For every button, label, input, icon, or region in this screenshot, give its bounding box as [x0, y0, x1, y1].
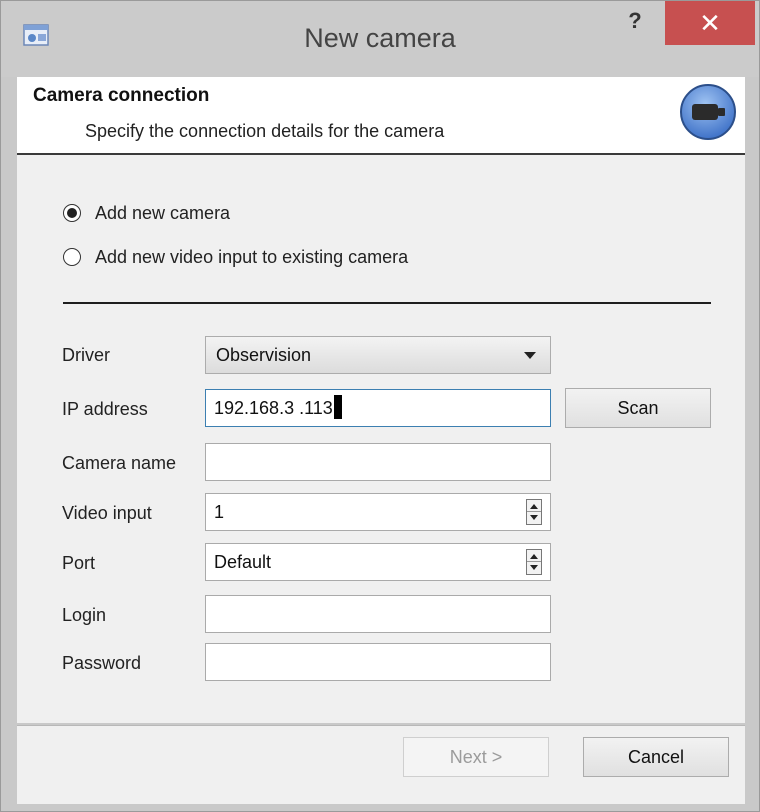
driver-value: Observision	[216, 345, 312, 365]
ip-address-input[interactable]: 192.168.3 .113	[205, 389, 551, 427]
new-camera-dialog: New camera ? ✕ Camera connection Specify…	[0, 0, 760, 812]
help-button[interactable]: ?	[613, 1, 657, 45]
add-video-input-radio[interactable]: Add new video input to existing camera	[63, 243, 408, 271]
page-header: Camera connection Specify the connection…	[17, 77, 745, 155]
content-panel: Add new camera Add new video input to ex…	[17, 155, 745, 723]
text-cursor	[333, 395, 342, 420]
spin-arrows-icon[interactable]	[526, 499, 542, 525]
camera-name-input[interactable]	[205, 443, 551, 481]
radio-label: Add new camera	[95, 202, 231, 223]
cancel-button[interactable]: Cancel	[583, 737, 729, 777]
spin-arrows-icon[interactable]	[526, 549, 542, 575]
radio-button-unchecked[interactable]	[63, 248, 81, 266]
separator	[63, 302, 711, 304]
page-title: Camera connection	[33, 85, 210, 106]
radio-button-checked[interactable]	[63, 204, 81, 222]
camera-name-label: Camera name	[62, 453, 177, 473]
driver-label: Driver	[62, 345, 110, 365]
add-new-camera-radio[interactable]: Add new camera	[63, 199, 230, 227]
login-label: Login	[62, 605, 107, 625]
login-input[interactable]	[205, 595, 551, 633]
scan-button[interactable]: Scan	[565, 388, 711, 428]
video-input-value: 1	[214, 502, 225, 522]
radio-label: Add new video input to existing camera	[95, 246, 409, 267]
camera-icon	[680, 84, 736, 140]
close-icon: ✕	[699, 8, 721, 38]
password-label: Password	[62, 653, 142, 673]
port-label: Port	[62, 553, 96, 573]
video-input-label: Video input	[62, 503, 152, 523]
driver-select[interactable]: Observision	[205, 336, 551, 374]
close-button[interactable]: ✕	[665, 1, 755, 45]
title-bar[interactable]: New camera ? ✕	[1, 1, 759, 77]
password-input[interactable]	[205, 643, 551, 681]
video-input-spinbox[interactable]: 1	[205, 493, 551, 531]
ip-address-value: 192.168.3 .113	[214, 398, 333, 418]
chevron-down-icon	[524, 352, 536, 359]
ip-address-label: IP address	[62, 399, 148, 419]
next-button[interactable]: Next >	[403, 737, 549, 777]
dialog-footer: Next > Cancel	[17, 725, 745, 804]
port-spinbox[interactable]: Default	[205, 543, 551, 581]
page-subtitle: Specify the connection details for the c…	[85, 121, 445, 141]
port-value: Default	[214, 552, 272, 572]
